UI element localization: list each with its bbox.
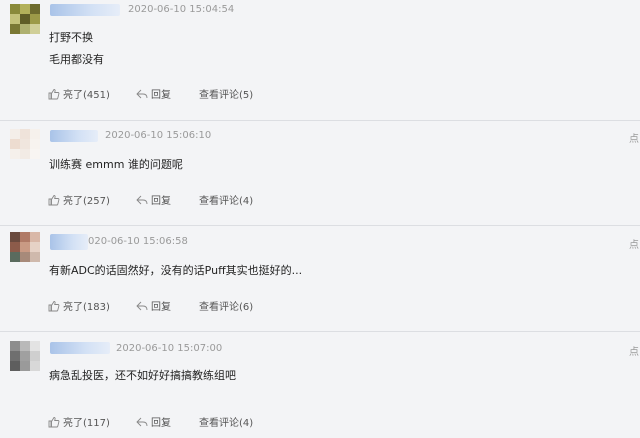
like-count-label: 亮了(257) xyxy=(63,196,110,207)
reply-button[interactable]: 回复 xyxy=(136,414,171,429)
comment-text-line: 毛用都没有 xyxy=(49,53,104,66)
like-button[interactable]: 亮了(257) xyxy=(48,192,110,207)
reply-arrow-icon xyxy=(136,195,148,204)
username[interactable] xyxy=(50,4,120,16)
timestamp: 2020-06-10 15:04:54 xyxy=(128,4,235,15)
view-comments-link[interactable]: 查看评论(4) xyxy=(199,192,253,207)
reply-label: 回复 xyxy=(151,196,171,207)
view-comments-link[interactable]: 查看评论(5) xyxy=(199,86,253,101)
avatar[interactable] xyxy=(10,232,40,262)
reply-label: 回复 xyxy=(151,302,171,313)
like-count-label: 亮了(451) xyxy=(63,90,110,101)
comment-list: 2020-06-10 15:04:54 打野不换 毛用都没有 亮了(451) 回… xyxy=(0,0,640,438)
like-button[interactable]: 亮了(451) xyxy=(48,86,110,101)
comment-text-line: 有新ADC的话固然好，没有的话Puff其实也挺好的... xyxy=(49,264,303,277)
thumbs-up-icon xyxy=(48,88,60,99)
timestamp: 2020-06-10 15:06:10 xyxy=(105,130,212,141)
comment-text-line: 训练赛 emmm 谁的问题呢 xyxy=(49,158,183,171)
avatar[interactable] xyxy=(10,341,40,371)
avatar[interactable] xyxy=(10,129,40,159)
thumbs-up-icon xyxy=(48,194,60,205)
reply-arrow-icon xyxy=(136,301,148,310)
username[interactable] xyxy=(50,342,110,354)
reply-button[interactable]: 回复 xyxy=(136,86,171,101)
corner-label: 点 xyxy=(629,134,639,145)
timestamp: 020-06-10 15:06:58 xyxy=(88,236,188,247)
view-comments-label: 查看评论(4) xyxy=(199,196,254,207)
timestamp: 2020-06-10 15:07:00 xyxy=(116,343,223,354)
view-comments-link[interactable]: 查看评论(6) xyxy=(199,298,253,313)
view-comments-label: 查看评论(4) xyxy=(199,418,254,429)
reply-arrow-icon xyxy=(136,417,148,426)
view-comments-label: 查看评论(6) xyxy=(199,302,254,313)
reply-label: 回复 xyxy=(151,90,171,101)
reply-button[interactable]: 回复 xyxy=(136,298,171,313)
corner-label: 点 xyxy=(629,347,639,358)
like-count-label: 亮了(183) xyxy=(63,302,110,313)
like-button[interactable]: 亮了(183) xyxy=(48,298,110,313)
comment-text-line: 病急乱投医，还不如好好搞搞教练组吧 xyxy=(49,369,236,382)
comment-item: 2020-06-10 15:04:54 打野不换 毛用都没有 亮了(451) 回… xyxy=(0,0,640,120)
comment-item: 2020-06-10 15:07:00 点 病急乱投医，还不如好好搞搞教练组吧 … xyxy=(0,332,640,438)
view-comments-link[interactable]: 查看评论(4) xyxy=(199,414,253,429)
comment-item: 020-06-10 15:06:58 点 有新ADC的话固然好，没有的话Puff… xyxy=(0,226,640,331)
username[interactable] xyxy=(50,234,88,250)
view-comments-label: 查看评论(5) xyxy=(199,90,254,101)
avatar[interactable] xyxy=(10,4,40,34)
thumbs-up-icon xyxy=(48,416,60,427)
like-button[interactable]: 亮了(117) xyxy=(48,414,110,429)
like-count-label: 亮了(117) xyxy=(63,418,110,429)
thumbs-up-icon xyxy=(48,300,60,311)
reply-button[interactable]: 回复 xyxy=(136,192,171,207)
comment-text-line: 打野不换 xyxy=(49,31,93,44)
reply-label: 回复 xyxy=(151,418,171,429)
reply-arrow-icon xyxy=(136,89,148,98)
corner-label: 点 xyxy=(629,240,639,251)
comment-item: 2020-06-10 15:06:10 点 训练赛 emmm 谁的问题呢 亮了(… xyxy=(0,121,640,225)
username[interactable] xyxy=(50,130,98,142)
